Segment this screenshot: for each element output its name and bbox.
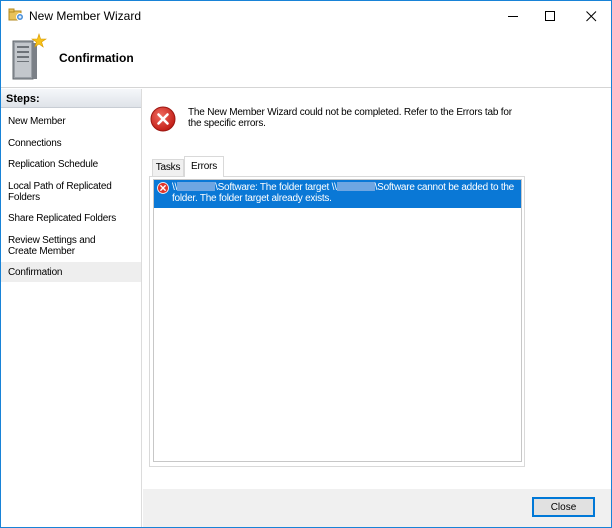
sidebar-item-share-folders[interactable]: Share Replicated Folders (1, 213, 141, 224)
tab-errors[interactable]: Errors (184, 156, 224, 177)
tab-tasks[interactable]: Tasks (152, 159, 184, 176)
wizard-header: Confirmation (1, 31, 611, 88)
sidebar-item-local-path[interactable]: Local Path of Replicated Folders (1, 181, 119, 203)
tab-label: Tasks (155, 162, 181, 173)
error-icon (150, 106, 176, 132)
maximize-button[interactable] (528, 1, 573, 31)
sidebar-item-confirmation[interactable]: Confirmation (1, 262, 141, 282)
sidebar-item-review-settings[interactable]: Review Settings and Create Member (1, 235, 126, 257)
maximize-icon (545, 10, 555, 21)
errors-list[interactable] (153, 179, 522, 462)
wizard-window: New Member Wizard Confirmation Steps: Ne… (0, 0, 612, 528)
error-small-icon (157, 182, 169, 194)
sidebar-item-label: Confirmation (8, 267, 63, 278)
close-icon (586, 10, 597, 21)
sidebar-item-label: Replication Schedule (8, 159, 98, 170)
sidebar-item-connections[interactable]: Connections (1, 138, 141, 149)
sidebar-item-label: Review Settings and Create Member (8, 235, 96, 257)
sidebar-item-replication-schedule[interactable]: Replication Schedule (1, 159, 141, 170)
list-item[interactable]: \\ \Software: The folder target \\ \Softwa… (154, 180, 521, 208)
minimize-icon (508, 15, 518, 17)
sidebar-item-new-member[interactable]: New Member (1, 116, 141, 127)
page-title: Confirmation (59, 51, 134, 65)
sidebar-item-label: Share Replicated Folders (8, 213, 117, 224)
server-icon (9, 33, 47, 81)
error-message: The New Member Wizard could not be compl… (188, 107, 512, 129)
sidebar-item-label: Connections (8, 138, 62, 149)
error-text-part1: \Software: The folder target \\ (215, 182, 337, 193)
window-close-button[interactable] (569, 1, 611, 31)
redacted-server-name (177, 182, 216, 191)
tab-label: Errors (190, 161, 218, 172)
error-text: \\ \Software: The folder target \\ \Softwa… (172, 182, 517, 204)
window-title: New Member Wizard (29, 9, 142, 23)
sidebar-item-label: New Member (8, 116, 66, 127)
steps-heading: Steps: (1, 89, 141, 108)
sidebar-item-label: Local Path of Replicated Folders (8, 181, 112, 203)
wizard-app-icon (8, 8, 25, 22)
title-bar[interactable]: New Member Wizard (1, 1, 611, 31)
steps-sidebar: Steps: (1, 89, 142, 527)
redacted-server-name (336, 182, 375, 191)
close-button[interactable]: Close (532, 497, 595, 517)
